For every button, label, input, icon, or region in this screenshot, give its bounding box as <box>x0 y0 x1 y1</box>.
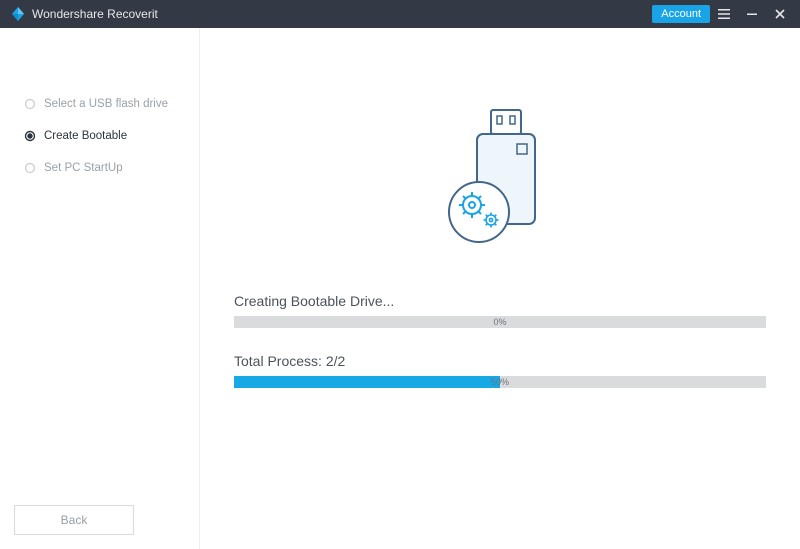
app-logo-title: Wondershare Recoverit <box>10 6 158 22</box>
progress-bar: 0% <box>234 316 766 328</box>
step-label: Set PC StartUp <box>44 162 123 174</box>
close-button[interactable] <box>766 0 794 28</box>
app-title: Wondershare Recoverit <box>32 7 158 21</box>
minimize-button[interactable] <box>738 0 766 28</box>
progress-label: Total Process: 2/2 <box>234 353 766 369</box>
step-label: Select a USB flash drive <box>44 98 168 110</box>
close-icon <box>773 7 787 21</box>
main-panel: Creating Bootable Drive... 0% Total Proc… <box>200 28 800 549</box>
menu-button[interactable] <box>710 0 738 28</box>
progress-percent-text: 0% <box>493 317 506 327</box>
progress-bar: 50% <box>234 376 766 388</box>
usb-drive-illustration <box>230 98 770 248</box>
account-button[interactable]: Account <box>652 5 710 23</box>
app-logo-icon <box>10 6 26 22</box>
step-label: Create Bootable <box>44 130 127 142</box>
progress-label: Creating Bootable Drive... <box>234 293 766 309</box>
back-button[interactable]: Back <box>14 505 134 535</box>
creating-bootable-progress: Creating Bootable Drive... 0% <box>234 293 766 328</box>
progress-fill <box>234 376 500 388</box>
sidebar: Select a USB flash drive Create Bootable… <box>0 28 200 549</box>
hamburger-icon <box>717 7 731 21</box>
usb-gear-icon <box>425 98 575 248</box>
step-set-pc-startup[interactable]: Set PC StartUp <box>0 152 199 184</box>
step-bullet-icon <box>24 162 36 174</box>
step-bullet-icon <box>24 98 36 110</box>
step-select-usb[interactable]: Select a USB flash drive <box>0 88 199 120</box>
minimize-icon <box>745 7 759 21</box>
step-bullet-icon <box>24 130 36 142</box>
titlebar: Wondershare Recoverit Account <box>0 0 800 28</box>
total-process-progress: Total Process: 2/2 50% <box>234 353 766 388</box>
step-create-bootable[interactable]: Create Bootable <box>0 120 199 152</box>
progress-percent-text: 50% <box>491 377 509 387</box>
